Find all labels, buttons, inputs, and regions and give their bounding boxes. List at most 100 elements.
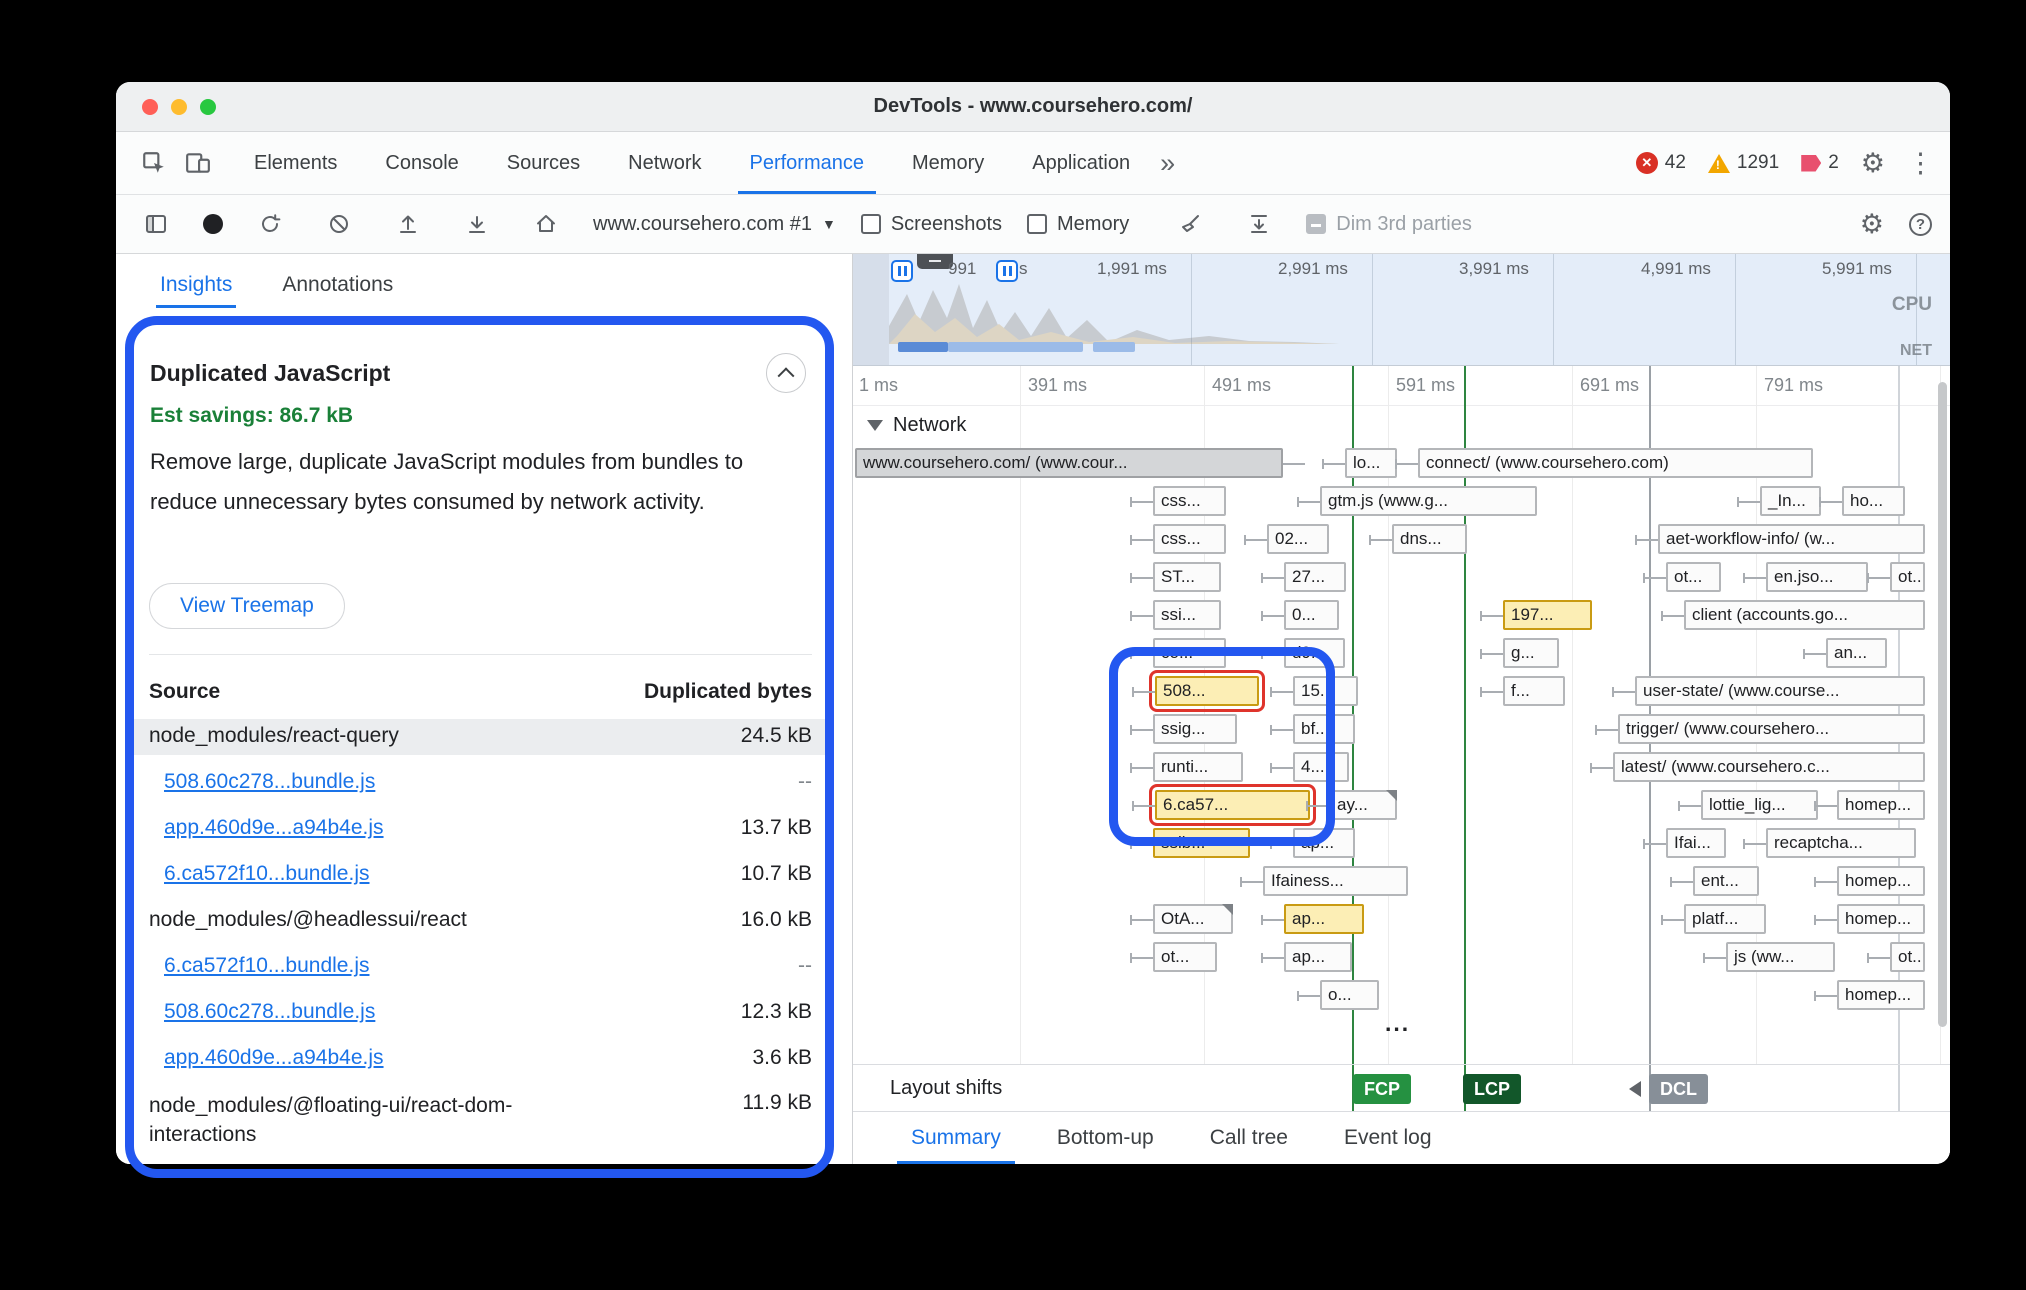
network-request[interactable]: homep...: [1837, 866, 1925, 896]
network-request[interactable]: dns...: [1392, 524, 1467, 554]
device-toolbar-icon[interactable]: [176, 141, 220, 185]
garbage-collect-icon[interactable]: [1168, 202, 1212, 246]
request-label: Ifainess...: [1265, 871, 1350, 891]
more-tabs-icon[interactable]: »: [1160, 150, 1175, 177]
network-request[interactable]: ot...: [1890, 942, 1925, 972]
network-request[interactable]: Ifainess...: [1263, 866, 1408, 896]
network-request[interactable]: js (ww...: [1726, 942, 1835, 972]
close-window-button[interactable]: [142, 99, 158, 115]
network-request[interactable]: lo...: [1345, 448, 1397, 478]
network-request[interactable]: en.jso...: [1766, 562, 1868, 592]
network-request[interactable]: user-state/ (www.course...: [1635, 676, 1925, 706]
tab-insights[interactable]: Insights: [160, 254, 232, 316]
network-request[interactable]: 02...: [1267, 524, 1329, 554]
tab-sources[interactable]: Sources: [483, 132, 604, 194]
vertical-scrollbar[interactable]: [1938, 382, 1947, 1027]
network-request[interactable]: ot...: [1153, 942, 1217, 972]
memory-checkbox-row[interactable]: Memory: [1027, 213, 1129, 236]
settings-gear-icon[interactable]: ⚙: [1861, 150, 1885, 177]
dim-third-parties-row[interactable]: Dim 3rd parties: [1306, 213, 1472, 236]
inspect-element-icon[interactable]: [132, 141, 176, 185]
network-request[interactable]: ho...: [1842, 486, 1905, 516]
warning-badge[interactable]: 1291: [1708, 152, 1779, 174]
network-request[interactable]: ay...: [1329, 790, 1397, 820]
network-request[interactable]: recaptcha...: [1766, 828, 1916, 858]
network-request[interactable]: latest/ (www.coursehero.c...: [1613, 752, 1925, 782]
network-request[interactable]: _In...: [1760, 486, 1821, 516]
kebab-menu-icon[interactable]: ⋮: [1907, 150, 1934, 177]
collapse-tracks-icon[interactable]: [1237, 202, 1281, 246]
screenshots-checkbox-row[interactable]: Screenshots: [861, 213, 1002, 236]
request-label: 27...: [1286, 567, 1331, 587]
tab-console[interactable]: Console: [361, 132, 482, 194]
network-request[interactable]: aet-workflow-info/ (w...: [1658, 524, 1925, 554]
network-request[interactable]: css...: [1153, 486, 1226, 516]
network-request[interactable]: an...: [1826, 638, 1887, 668]
toggle-sidebar-icon[interactable]: [134, 202, 178, 246]
tab-memory[interactable]: Memory: [888, 132, 1008, 194]
help-icon[interactable]: ?: [1909, 213, 1932, 236]
reload-and-record-icon[interactable]: [248, 202, 292, 246]
network-request[interactable]: homep...: [1837, 980, 1925, 1010]
error-badge[interactable]: ✕ 42: [1636, 152, 1686, 174]
home-icon[interactable]: [524, 202, 568, 246]
history-dropdown[interactable]: www.coursehero.com #1 ▼: [593, 213, 836, 236]
network-request[interactable]: connect/ (www.coursehero.com): [1418, 448, 1813, 478]
capture-settings-gear-icon[interactable]: ⚙: [1860, 211, 1884, 238]
network-request[interactable]: ssi...: [1153, 600, 1221, 630]
tab-annotations[interactable]: Annotations: [282, 254, 393, 316]
network-request[interactable]: ST...: [1153, 562, 1221, 592]
marker-badge-fcp[interactable]: FCP: [1353, 1074, 1411, 1104]
window-handle-right[interactable]: [996, 260, 1018, 282]
window-handle-left[interactable]: [891, 260, 913, 282]
network-request[interactable]: homep...: [1837, 904, 1925, 934]
clear-recording-icon[interactable]: [317, 202, 361, 246]
tab-call-tree[interactable]: Call tree: [1182, 1112, 1316, 1164]
timeline-overview[interactable]: CPU NET 991s1,991 ms2,991 ms3,991 ms4,99…: [853, 254, 1950, 366]
tab-application[interactable]: Application: [1008, 132, 1154, 194]
network-request[interactable]: homep...: [1837, 790, 1925, 820]
tab-summary[interactable]: Summary: [883, 1112, 1029, 1164]
tab-network[interactable]: Network: [604, 132, 725, 194]
issues-badge[interactable]: 2: [1801, 152, 1839, 174]
save-profile-icon[interactable]: [455, 202, 499, 246]
network-request[interactable]: ap...: [1284, 942, 1352, 972]
minimize-window-button[interactable]: [171, 99, 187, 115]
network-request[interactable]: css...: [1153, 524, 1226, 554]
network-request[interactable]: 197...: [1503, 600, 1592, 630]
tab-event-log[interactable]: Event log: [1316, 1112, 1460, 1164]
record-button[interactable]: [203, 214, 223, 234]
memory-checkbox[interactable]: [1027, 214, 1047, 234]
network-request[interactable]: ot...: [1666, 562, 1721, 592]
network-request[interactable]: platf...: [1684, 904, 1766, 934]
network-request[interactable]: o...: [1320, 980, 1379, 1010]
network-request[interactable]: OtA...: [1153, 904, 1233, 934]
marker-badge-dcl[interactable]: DCL: [1649, 1074, 1708, 1104]
screenshots-checkbox[interactable]: [861, 214, 881, 234]
network-request[interactable]: www.coursehero.com/ (www.cour...: [855, 448, 1283, 478]
tab-elements[interactable]: Elements: [230, 132, 361, 194]
network-request[interactable]: ent...: [1693, 866, 1759, 896]
load-profile-icon[interactable]: [386, 202, 430, 246]
network-request[interactable]: f...: [1503, 676, 1565, 706]
network-request[interactable]: ap...: [1284, 904, 1364, 934]
dim-third-parties-checkbox[interactable]: [1306, 214, 1326, 234]
network-request[interactable]: gtm.js (www.g...: [1320, 486, 1537, 516]
network-request[interactable]: trigger/ (www.coursehero...: [1618, 714, 1925, 744]
network-track-header[interactable]: Network: [853, 406, 966, 444]
network-request[interactable]: Ifai...: [1666, 828, 1726, 858]
tab-bottom-up[interactable]: Bottom-up: [1029, 1112, 1182, 1164]
chevron-down-icon: ▼: [822, 216, 836, 232]
network-request[interactable]: ot...: [1890, 562, 1925, 592]
network-request[interactable]: 27...: [1284, 562, 1346, 592]
request-label: ay...: [1331, 795, 1374, 815]
network-request[interactable]: client (accounts.go...: [1684, 600, 1925, 630]
network-request[interactable]: lottie_lig...: [1701, 790, 1818, 820]
network-request[interactable]: 0...: [1284, 600, 1339, 630]
tab-performance[interactable]: Performance: [726, 132, 889, 194]
network-request[interactable]: g...: [1503, 638, 1559, 668]
ruler-time-tick: 1 ms: [859, 375, 898, 396]
zoom-window-button[interactable]: [200, 99, 216, 115]
layout-shifts-track[interactable]: Layout shifts FCPLCPDCL: [853, 1064, 1950, 1112]
marker-badge-lcp[interactable]: LCP: [1463, 1074, 1521, 1104]
